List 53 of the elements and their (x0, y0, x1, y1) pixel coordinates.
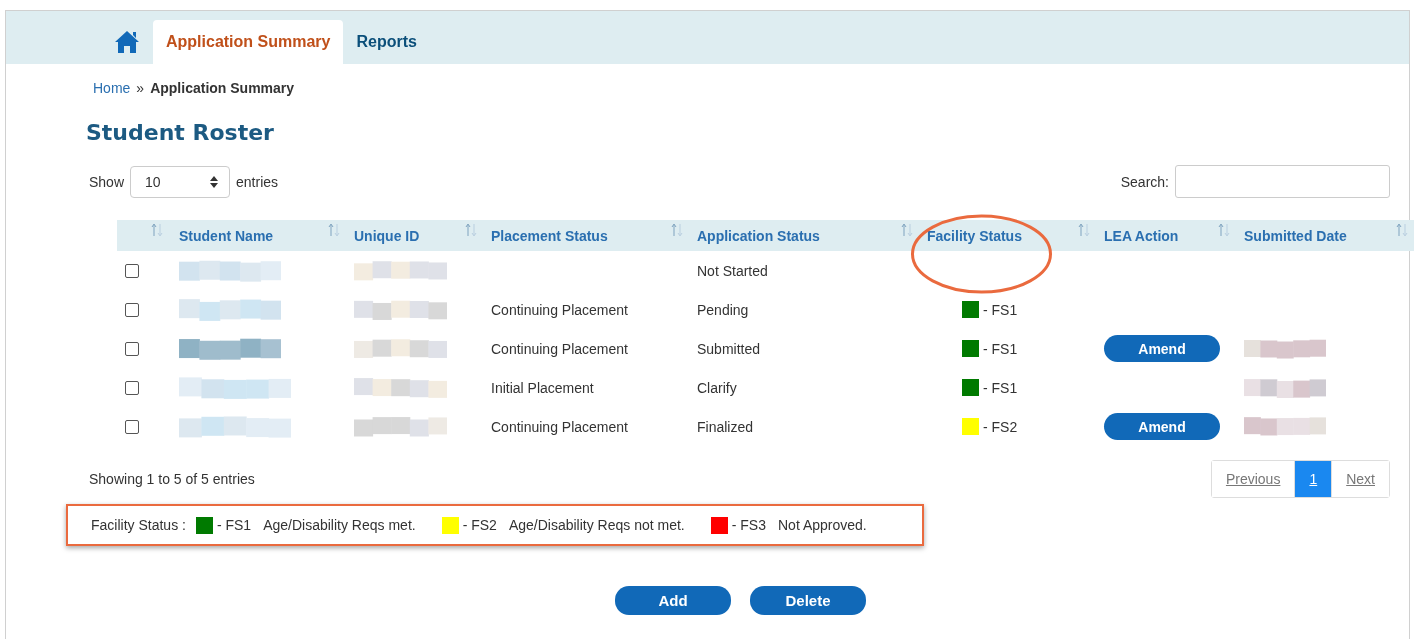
updown-icon (209, 174, 220, 189)
sort-icon (465, 223, 477, 237)
table-cell: Finalized (697, 418, 754, 435)
action-button[interactable]: Add (615, 586, 731, 615)
amend-button[interactable]: Amend (1104, 413, 1220, 440)
legend-text: Age/Disability Reqs met. (263, 517, 416, 533)
table-cell: Submitted (697, 340, 761, 357)
table-cell: Not Started (697, 262, 768, 279)
search-field[interactable] (1175, 165, 1390, 198)
legend-label: Facility Status : (91, 517, 186, 533)
row-checkbox[interactable] (125, 341, 139, 356)
sort-icon (1218, 223, 1230, 237)
table-cell: Pending (697, 301, 749, 318)
legend-code: - FS2 (462, 517, 497, 533)
row-checkbox[interactable] (125, 302, 139, 317)
sort-icon (328, 223, 340, 237)
home-icon (114, 30, 140, 54)
page-title: Student Roster (86, 120, 275, 145)
status-code: - FS1 (983, 340, 1018, 357)
row-checkbox[interactable] (125, 419, 139, 434)
entries-select[interactable]: 10 (130, 165, 231, 198)
table-cell: Clarify (697, 379, 737, 396)
action-button[interactable]: Delete (750, 586, 866, 615)
row-checkbox[interactable] (125, 263, 139, 278)
sort-icon (1396, 223, 1408, 237)
breadcrumb-separator: » (136, 80, 145, 96)
page-link[interactable]: Next (1331, 461, 1389, 497)
status-code: - FS1 (983, 301, 1018, 318)
table-cell: Continuing Placement (491, 301, 628, 318)
status-code: - FS2 (983, 418, 1018, 435)
breadcrumb-current: Application Summary (150, 80, 295, 96)
tab[interactable]: Application Summary (153, 20, 344, 64)
legend-text: Not Approved. (778, 517, 867, 533)
legend-code: - FS3 (731, 517, 766, 533)
table-cell: Continuing Placement (491, 340, 628, 357)
show-label: Show (89, 173, 125, 190)
row-checkbox[interactable] (125, 380, 139, 395)
search-label: Search: (1120, 173, 1169, 190)
sort-icon (671, 223, 683, 237)
breadcrumb-link[interactable]: Home (93, 80, 131, 96)
table-cell: Initial Placement (491, 379, 594, 396)
page-link[interactable]: 1 (1294, 461, 1332, 497)
legend-text: Age/Disability Reqs not met. (508, 517, 685, 533)
sort-icon (901, 223, 913, 237)
entries-label: entries (236, 173, 279, 190)
tab[interactable]: Reports (343, 20, 430, 64)
entries-info: Showing 1 to 5 of 5 entries (89, 471, 255, 487)
legend-code: - FS1 (216, 517, 252, 533)
table-cell: Continuing Placement (491, 418, 628, 435)
sort-icon (1078, 223, 1090, 237)
status-code: - FS1 (983, 379, 1018, 396)
sort-icon (151, 223, 163, 237)
amend-button[interactable]: Amend (1104, 335, 1220, 362)
